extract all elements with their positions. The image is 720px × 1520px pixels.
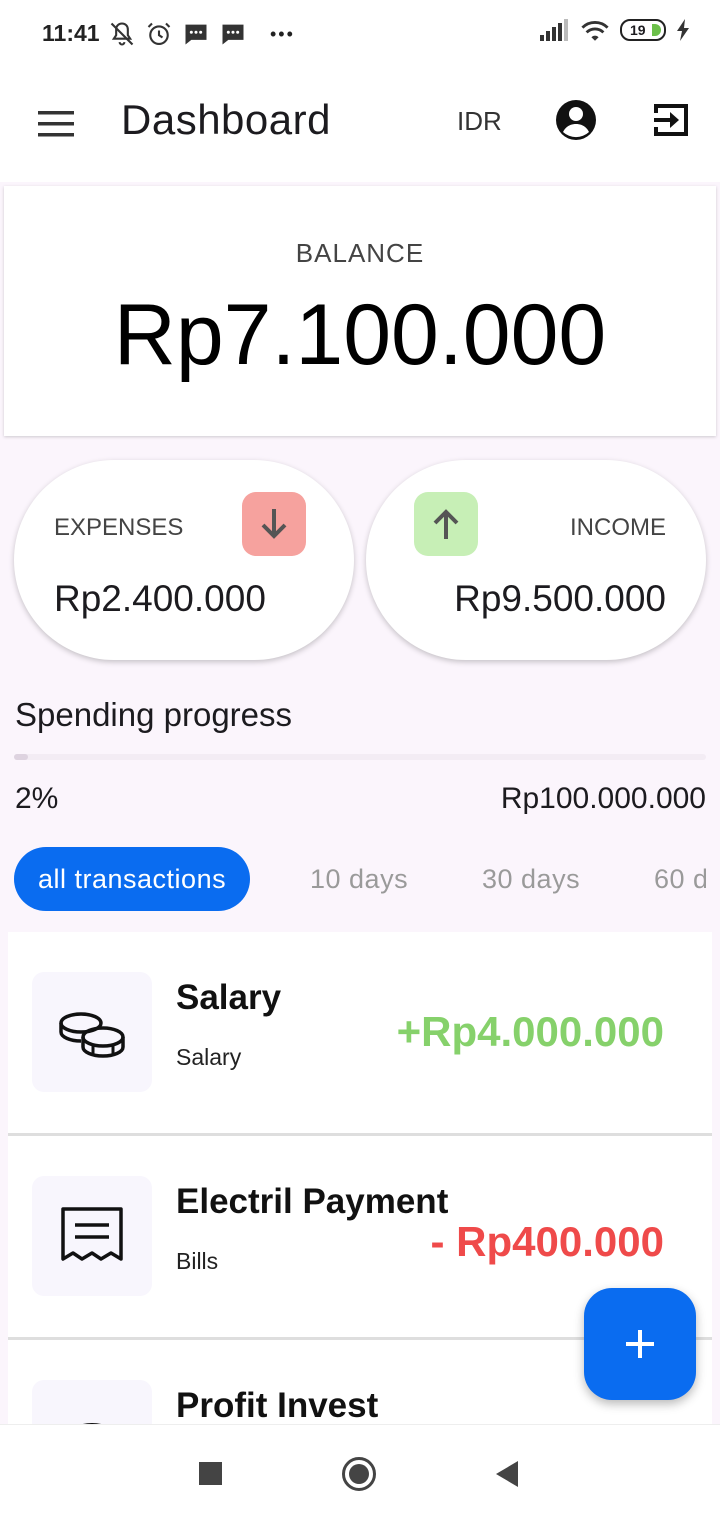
bell-off-icon	[110, 22, 134, 46]
transaction-category: Bills	[176, 1248, 219, 1274]
expenses-label: EXPENSES	[54, 514, 184, 541]
filter-30-days[interactable]: 30 days	[458, 847, 604, 911]
notification-icons: •••	[108, 20, 295, 48]
transaction-amount: - Rp400.000	[430, 1218, 664, 1265]
message-icon	[185, 24, 207, 45]
coins-icon	[32, 1380, 152, 1424]
logout-icon[interactable]	[650, 98, 694, 142]
page-title: Dashboard	[121, 96, 331, 143]
status-bar: 11:41 ••• 19	[0, 0, 720, 70]
plus-icon	[626, 1330, 654, 1358]
transaction-amount: +Rp4.000.000	[396, 1008, 664, 1055]
add-transaction-button[interactable]	[584, 1288, 696, 1400]
signal-icon	[540, 19, 568, 41]
income-card[interactable]: INCOME Rp9.500.000	[366, 460, 706, 660]
alarm-icon	[147, 22, 171, 45]
home-button[interactable]	[342, 1457, 376, 1491]
coins-icon	[32, 972, 152, 1092]
transaction-filter-tabs: all transactions 10 days 30 days 60 d	[14, 847, 706, 911]
expenses-value: Rp2.400.000	[54, 578, 266, 619]
balance-card: BALANCE Rp7.100.000	[4, 186, 716, 436]
back-button[interactable]	[496, 1461, 518, 1487]
spending-percent: 2%	[15, 782, 59, 815]
status-time: 11:41	[42, 20, 100, 46]
transaction-name: Salary	[176, 978, 282, 1017]
spending-progress-fill	[14, 754, 28, 760]
filter-all-transactions[interactable]: all transactions	[14, 847, 251, 911]
message-icon	[222, 24, 244, 45]
transaction-item[interactable]: Salary Salary +Rp4.000.000	[8, 932, 712, 1136]
system-nav-bar	[0, 1424, 720, 1520]
account-circle-icon[interactable]	[554, 98, 598, 142]
spending-progress-bar	[14, 754, 706, 760]
balance-value: Rp7.100.000	[113, 287, 607, 383]
filter-60-days[interactable]: 60 d	[630, 847, 706, 911]
wifi-icon	[581, 21, 609, 41]
expenses-card[interactable]: EXPENSES Rp2.400.000	[14, 460, 354, 660]
filter-10-days[interactable]: 10 days	[286, 847, 432, 911]
battery-icon: 19	[620, 19, 666, 41]
transaction-name: Electril Payment	[176, 1182, 449, 1221]
arrow-down-icon	[242, 492, 306, 556]
currency-selector[interactable]: IDR	[457, 106, 502, 137]
system-icons: 19	[540, 18, 690, 42]
receipt-icon	[32, 1176, 152, 1296]
arrow-up-icon	[414, 492, 478, 556]
dashboard-content: BALANCE Rp7.100.000 EXPENSES Rp2.400.000…	[0, 182, 720, 1424]
battery-level: 19	[630, 22, 646, 38]
charging-icon	[677, 19, 689, 41]
spending-progress-title: Spending progress	[15, 696, 293, 733]
income-label: INCOME	[570, 514, 666, 541]
transaction-category: Salary	[176, 1044, 242, 1070]
app-bar: Dashboard IDR	[0, 70, 720, 182]
transaction-name: Profit Invest	[176, 1386, 379, 1424]
spending-target: Rp100.000.000	[500, 782, 706, 815]
recents-button[interactable]	[199, 1462, 222, 1485]
balance-label: BALANCE	[295, 238, 425, 268]
menu-icon[interactable]	[36, 104, 76, 144]
more-notifications: •••	[270, 23, 295, 44]
income-value: Rp9.500.000	[454, 578, 666, 619]
